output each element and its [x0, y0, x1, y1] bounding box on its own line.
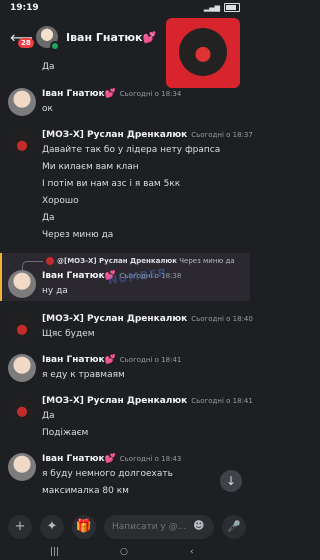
clock: 19:19: [10, 3, 39, 13]
avatar[interactable]: [8, 313, 36, 341]
message-timestamp: Сьогодні о 18:40: [191, 315, 253, 323]
home-icon[interactable]: ○: [120, 547, 128, 557]
battery-fill: [226, 5, 237, 10]
microphone-icon[interactable]: 🎤: [222, 515, 246, 539]
avatar[interactable]: [8, 453, 36, 481]
message-line: Давайте так бо у лідера нету фрапса: [42, 145, 221, 155]
message-line: максималка 80 км: [42, 486, 129, 496]
message-author[interactable]: [МОЗ-Х] Руслан Дренкалюк Сьогодні о 18:40: [42, 314, 253, 324]
message-composer: + ✦ 🎁 ☻ 🎤: [0, 507, 250, 545]
message-line: Да: [42, 213, 55, 223]
reply-reference[interactable]: @[МОЗ-Х] Руслан Дренкалюк Через миню да: [46, 257, 235, 265]
system-navigation-bar: ||| ○ ‹: [0, 545, 250, 560]
message-line: ну да: [42, 286, 68, 296]
back-icon[interactable]: ‹: [190, 547, 194, 557]
message-timestamp: Сьогодні о 18:34: [119, 90, 182, 98]
recent-apps-icon[interactable]: |||: [50, 547, 59, 557]
avatar[interactable]: [8, 270, 36, 298]
signal-icon: ▂▄▆: [203, 3, 220, 12]
message-line: ок: [42, 104, 53, 114]
scroll-to-bottom-button[interactable]: ↓: [220, 470, 242, 492]
picture-in-picture-window[interactable]: [166, 18, 240, 88]
apps-icon[interactable]: ✦: [40, 515, 64, 539]
message-line: Да: [42, 411, 55, 421]
message-line: Через миню да: [42, 230, 114, 240]
gift-icon[interactable]: 🎁: [72, 515, 96, 539]
message-timestamp: Сьогодні о 18:43: [119, 455, 182, 463]
message-line: Да: [42, 62, 55, 72]
emoji-icon[interactable]: ☻: [193, 519, 204, 532]
message-author[interactable]: [МОЗ-Х] Руслан Дренкалюк Сьогодні о 18:37: [42, 130, 253, 140]
avatar[interactable]: [8, 395, 36, 423]
message-line: я буду немного долгоехать: [42, 469, 173, 479]
page-title[interactable]: Іван Гнатюк💕: [66, 31, 156, 44]
message-timestamp: Сьогодні о 18:37: [191, 131, 253, 139]
status-bar: 19:19 ▂▄▆: [0, 0, 250, 18]
battery-icon: [224, 3, 240, 12]
car-logo-icon: [179, 28, 227, 76]
online-status-icon: [50, 41, 60, 51]
reply-connector: [22, 261, 43, 270]
avatar[interactable]: [8, 129, 36, 157]
message-line: І потім ви нам азс і я вам 5кк: [42, 179, 181, 189]
message-author[interactable]: Іван Гнатюк💕 Сьогодні о 18:34: [42, 89, 181, 99]
avatar: [46, 257, 54, 265]
avatar[interactable]: [8, 88, 36, 116]
message-line: Ми килаєм вам клан: [42, 162, 139, 172]
message-author[interactable]: Іван Гнатюк💕 Сьогодні о 18:43: [42, 454, 181, 464]
add-attachment-button[interactable]: +: [8, 515, 32, 539]
message-line: Щяс будем: [42, 329, 95, 339]
avatar[interactable]: [8, 354, 36, 382]
message-timestamp: Сьогодні о 18:41: [119, 356, 182, 364]
message-author[interactable]: [МОЗ-Х] Руслан Дренкалюк Сьогодні о 18:41: [42, 396, 253, 406]
chevron-right-icon[interactable]: ›: [150, 30, 154, 41]
system-icons: ▂▄▆: [204, 3, 240, 12]
message-line: Хорошо: [42, 196, 79, 206]
message-timestamp: Сьогодні о 18:41: [191, 397, 253, 405]
unread-badge: 28: [18, 38, 34, 48]
message-line: я еду к травмаям: [42, 370, 125, 380]
message-author[interactable]: Іван Гнатюк💕 Сьогодні о 18:41: [42, 355, 181, 365]
message-line: Подіжаєм: [42, 428, 89, 438]
